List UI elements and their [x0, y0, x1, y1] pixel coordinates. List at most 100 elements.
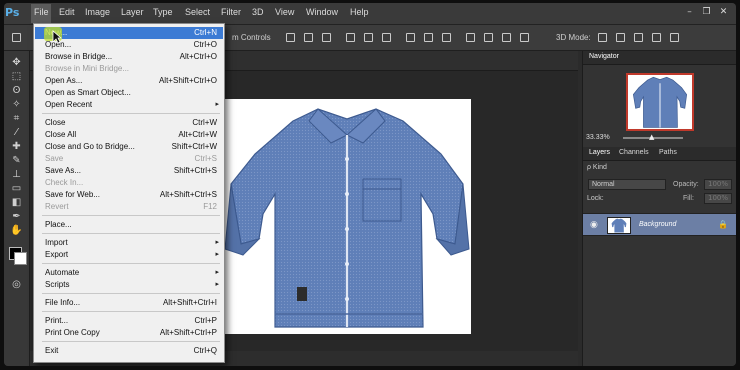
- navigator-thumbnail[interactable]: [626, 73, 694, 131]
- navigator-zoom[interactable]: 33.33%: [586, 134, 610, 141]
- move-tool-icon[interactable]: [12, 33, 21, 42]
- scale-3d-icon[interactable]: [670, 33, 679, 42]
- layer-name[interactable]: Background: [639, 221, 676, 228]
- file-menu-item-label: Open Recent: [45, 100, 93, 109]
- navigator-shirt-preview: [632, 76, 688, 128]
- file-menu-item[interactable]: Close All Alt+Ctrl+W: [35, 129, 223, 141]
- stamp-icon[interactable]: ⊥: [10, 169, 23, 181]
- file-menu-item[interactable]: Save for Web... Alt+Shift+Ctrl+S: [35, 189, 223, 201]
- drag-3d-icon[interactable]: [634, 33, 643, 42]
- file-menu-item[interactable]: Place...: [35, 219, 223, 231]
- file-menu-item[interactable]: Close Ctrl+W: [35, 117, 223, 129]
- align-vcenter-icon[interactable]: [304, 33, 313, 42]
- tab-navigator[interactable]: Navigator: [589, 53, 619, 60]
- opacity-input[interactable]: 100%: [704, 179, 732, 190]
- lock-label: Lock:: [587, 195, 604, 202]
- menu-3d[interactable]: 3D: [252, 7, 264, 17]
- submenu-arrow-icon: ▸: [215, 250, 219, 258]
- align-right-icon[interactable]: [382, 33, 391, 42]
- navigator-panel-header: Navigator: [583, 51, 736, 65]
- align-top-icon[interactable]: [286, 33, 295, 42]
- mouse-pointer-icon: [52, 30, 62, 44]
- zoom-slider-knob-icon[interactable]: ▲: [649, 133, 654, 141]
- quick-mask-icon[interactable]: ◎: [10, 279, 23, 291]
- file-menu-item[interactable]: Browse in Bridge... Alt+Ctrl+O: [35, 51, 223, 63]
- file-menu-item[interactable]: Automate ▸: [35, 267, 223, 279]
- file-menu-item[interactable]: Scripts ▸: [35, 279, 223, 291]
- menu-type[interactable]: Type: [153, 7, 173, 17]
- distribute-left-icon[interactable]: [466, 33, 475, 42]
- file-menu-item-label: Close All: [45, 130, 77, 139]
- menu-view[interactable]: View: [275, 7, 294, 17]
- rotate-3d-icon[interactable]: [598, 33, 607, 42]
- distribute-top-icon[interactable]: [406, 33, 415, 42]
- file-menu-item[interactable]: Export ▸: [35, 249, 223, 261]
- background-color-swatch[interactable]: [14, 252, 27, 265]
- file-menu-item-label: Save As...: [45, 166, 82, 175]
- menu-separator: [42, 215, 220, 216]
- roll-3d-icon[interactable]: [616, 33, 625, 42]
- distribute-vcenter-icon[interactable]: [424, 33, 433, 42]
- menu-filter[interactable]: Filter: [221, 7, 241, 17]
- blend-mode-select[interactable]: Normal: [588, 179, 666, 190]
- file-menu-item[interactable]: Open As... Alt+Shift+Ctrl+O: [35, 75, 223, 87]
- file-menu-item[interactable]: Import ▸: [35, 237, 223, 249]
- layer-filter-kind[interactable]: ρ Kind: [587, 164, 607, 171]
- align-bottom-icon[interactable]: [322, 33, 331, 42]
- file-menu-item[interactable]: Open... Ctrl+O: [35, 39, 223, 51]
- restore-icon[interactable]: ❐: [701, 7, 712, 18]
- menu-help[interactable]: Help: [350, 7, 369, 17]
- move-icon[interactable]: ✥: [10, 57, 23, 69]
- brush-icon[interactable]: ✎: [10, 155, 23, 167]
- distribute-right-icon[interactable]: [502, 33, 511, 42]
- file-menu-item[interactable]: Close and Go to Bridge... Shift+Ctrl+W: [35, 141, 223, 153]
- file-menu-item-label: Automate: [45, 268, 80, 277]
- tab-layers[interactable]: Layers: [589, 149, 610, 156]
- magic-wand-icon[interactable]: ✧: [10, 99, 23, 111]
- file-menu-item-shortcut: Shift+Ctrl+W: [171, 142, 217, 151]
- menu-image[interactable]: Image: [85, 7, 110, 17]
- hand-icon[interactable]: ✋: [10, 225, 23, 237]
- auto-align-icon[interactable]: [520, 33, 529, 42]
- minimize-icon[interactable]: –: [684, 7, 695, 18]
- file-menu-item[interactable]: Open Recent ▸: [35, 99, 223, 111]
- right-panels: Navigator 33.33% ▲ Layers Channels Paths…: [582, 51, 736, 366]
- gradient-icon[interactable]: ◧: [10, 197, 23, 209]
- visibility-eye-icon[interactable]: ◉: [590, 220, 598, 230]
- close-icon[interactable]: ✕: [718, 7, 729, 18]
- fill-input[interactable]: 100%: [704, 193, 732, 204]
- align-hcenter-icon[interactable]: [364, 33, 373, 42]
- menu-select[interactable]: Select: [185, 7, 210, 17]
- healing-icon[interactable]: ✚: [10, 141, 23, 153]
- menu-edit[interactable]: Edit: [59, 7, 75, 17]
- file-menu-item: Revert F12: [35, 201, 223, 213]
- crop-icon[interactable]: ⌗: [10, 113, 23, 125]
- menu-window[interactable]: Window: [306, 7, 338, 17]
- pen-icon[interactable]: ✒: [10, 211, 23, 223]
- align-left-icon[interactable]: [346, 33, 355, 42]
- menu-layer[interactable]: Layer: [121, 7, 144, 17]
- slide-3d-icon[interactable]: [652, 33, 661, 42]
- file-menu-item[interactable]: Exit Ctrl+Q: [35, 345, 223, 357]
- file-menu-item[interactable]: Save As... Shift+Ctrl+S: [35, 165, 223, 177]
- file-menu-item[interactable]: Print... Ctrl+P: [35, 315, 223, 327]
- eyedropper-icon[interactable]: ⁄: [10, 127, 23, 139]
- menu-file[interactable]: File: [34, 7, 49, 17]
- file-menu-item[interactable]: File Info... Alt+Shift+Ctrl+I: [35, 297, 223, 309]
- marquee-icon[interactable]: ⬚: [10, 71, 23, 83]
- tab-paths[interactable]: Paths: [659, 149, 677, 156]
- distribute-hcenter-icon[interactable]: [484, 33, 493, 42]
- file-menu-item[interactable]: Print One Copy Alt+Shift+Ctrl+P: [35, 327, 223, 339]
- document-canvas[interactable]: [223, 99, 471, 334]
- file-menu-item-shortcut: Ctrl+P: [194, 316, 217, 325]
- distribute-bottom-icon[interactable]: [442, 33, 451, 42]
- file-menu-item[interactable]: New...Ctrl+N: [35, 27, 223, 39]
- tab-channels[interactable]: Channels: [619, 149, 649, 156]
- lasso-icon[interactable]: ʘ: [10, 85, 23, 97]
- eraser-icon[interactable]: ▭: [10, 183, 23, 195]
- file-menu-item[interactable]: Open as Smart Object...: [35, 87, 223, 99]
- menu-separator: [42, 293, 220, 294]
- app-logo: Ps: [5, 6, 20, 19]
- layer-row-background[interactable]: ◉ Background 🔒: [583, 213, 736, 236]
- file-menu-item: Browse in Mini Bridge...: [35, 63, 223, 75]
